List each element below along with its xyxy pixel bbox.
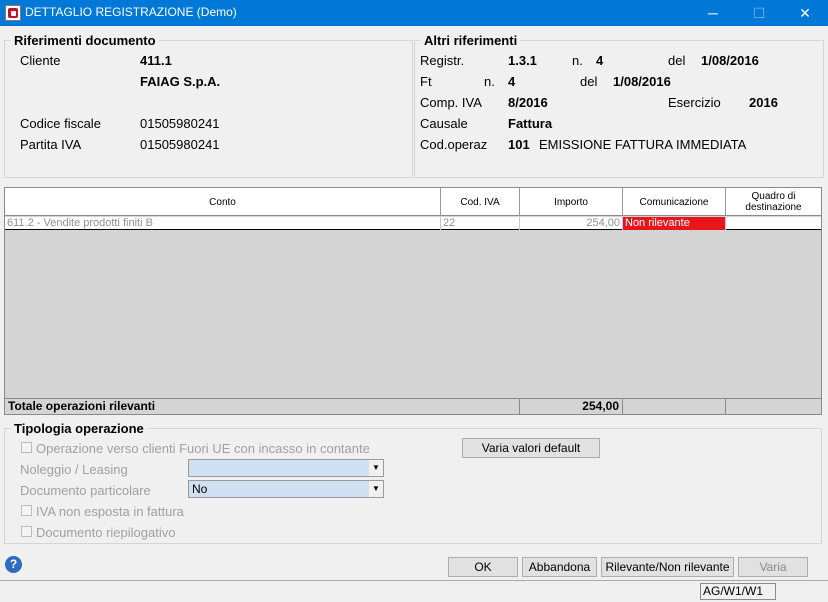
chevron-down-icon: ▼ (369, 481, 383, 497)
causale-label: Causale (420, 116, 468, 131)
registr-date: 1/08/2016 (701, 53, 759, 68)
table-row[interactable]: 611.2 - Vendite prodotti finiti B 22 254… (5, 217, 821, 230)
tipologia-operazione-title: Tipologia operazione (11, 421, 147, 436)
ft-n-value: 4 (508, 74, 516, 89)
riepilogativo-checkbox[interactable] (21, 526, 32, 537)
cod-operaz-label: Cod.operaz (420, 137, 488, 152)
help-icon[interactable]: ? (5, 556, 22, 573)
esercizio-label: Esercizio (668, 95, 721, 110)
altri-riferimenti-title: Altri riferimenti (421, 33, 521, 48)
cell-comunicazione[interactable]: Non rilevante (623, 217, 726, 230)
codice-fiscale-value: 01505980241 (140, 116, 220, 131)
registr-del-label: del (668, 53, 686, 68)
app-icon (5, 5, 21, 21)
comp-iva-label: Comp. IVA (420, 95, 482, 110)
ok-button[interactable]: OK (448, 557, 518, 577)
riferimenti-documento-title: Riferimenti documento (11, 33, 159, 48)
cliente-code: 411.1 (140, 53, 172, 68)
maximize-button[interactable]: ☐ (736, 0, 782, 26)
cliente-label: Cliente (20, 53, 61, 68)
fuori-ue-checkbox[interactable] (21, 442, 32, 453)
registrazioni-grid[interactable]: Conto Cod. IVA Importo Comunicazione Qua… (4, 187, 822, 415)
cell-importo[interactable]: 254,00 (520, 217, 623, 230)
ft-date: 1/08/2016 (613, 74, 671, 89)
grid-header: Conto Cod. IVA Importo Comunicazione Qua… (5, 188, 821, 216)
fuori-ue-label: Operazione verso clienti Fuori UE con in… (36, 441, 370, 456)
cell-conto[interactable]: 611.2 - Vendite prodotti finiti B (5, 217, 441, 230)
status-divider (0, 580, 828, 581)
varia-button[interactable]: Varia (738, 557, 808, 577)
noleggio-label: Noleggio / Leasing (20, 462, 128, 477)
documento-particolare-select[interactable]: No ▼ (188, 480, 384, 498)
documento-particolare-label: Documento particolare (20, 483, 151, 498)
iva-non-esposta-label: IVA non esposta in fattura (36, 504, 184, 519)
header-importo[interactable]: Importo (520, 188, 623, 216)
rilevante-non-rilevante-button[interactable]: Rilevante/Non rilevante (601, 557, 734, 577)
window-title: DETTAGLIO REGISTRAZIONE (Demo) (25, 5, 237, 19)
noleggio-select[interactable]: ▼ (188, 459, 384, 477)
header-conto[interactable]: Conto (5, 188, 441, 216)
cliente-name: FAIAG S.p.A. (140, 74, 221, 89)
header-comunicazione[interactable]: Comunicazione (623, 188, 726, 216)
varia-valori-default-button[interactable]: Varia valori default (462, 438, 600, 458)
riferimenti-documento-group (4, 40, 413, 178)
grid-total-row: Totale operazioni rilevanti 254,00 (5, 398, 821, 414)
registr-n-value: 4 (596, 53, 604, 68)
iva-non-esposta-checkbox[interactable] (21, 505, 32, 516)
esercizio-value: 2016 (749, 95, 778, 110)
total-label: Totale operazioni rilevanti (5, 399, 520, 414)
chevron-down-icon: ▼ (369, 460, 383, 476)
registr-label: Registr. (420, 53, 465, 68)
header-quadro[interactable]: Quadro di destinazione (726, 188, 821, 216)
ft-label: Ft (420, 74, 432, 89)
cell-cod-iva[interactable]: 22 (441, 217, 520, 230)
registr-n-label: n. (572, 53, 583, 68)
minimize-button[interactable]: ─ (690, 0, 736, 26)
ft-del-label: del (580, 74, 598, 89)
comp-iva-value: 8/2016 (508, 95, 548, 110)
cod-operaz-desc: EMISSIONE FATTURA IMMEDIATA (539, 137, 747, 152)
title-bar: DETTAGLIO REGISTRAZIONE (Demo) ─ ☐ ✕ (0, 0, 828, 26)
documento-particolare-value: No (192, 482, 208, 496)
causale-value: Fattura (508, 116, 553, 131)
status-text: AG/W1/W1 (700, 583, 776, 600)
riepilogativo-label: Documento riepilogativo (36, 525, 176, 540)
abbandona-button[interactable]: Abbandona (522, 557, 597, 577)
partita-iva-value: 01505980241 (140, 137, 220, 152)
total-value: 254,00 (520, 399, 623, 414)
total-empty-1 (623, 399, 726, 414)
partita-iva-label: Partita IVA (20, 137, 82, 152)
codice-fiscale-label: Codice fiscale (20, 116, 101, 131)
close-button[interactable]: ✕ (782, 0, 828, 26)
ft-n-label: n. (484, 74, 495, 89)
cod-operaz-code: 101 (508, 137, 530, 152)
cell-quadro[interactable] (726, 217, 821, 230)
header-cod-iva[interactable]: Cod. IVA (441, 188, 520, 216)
registr-value: 1.3.1 (508, 53, 537, 68)
